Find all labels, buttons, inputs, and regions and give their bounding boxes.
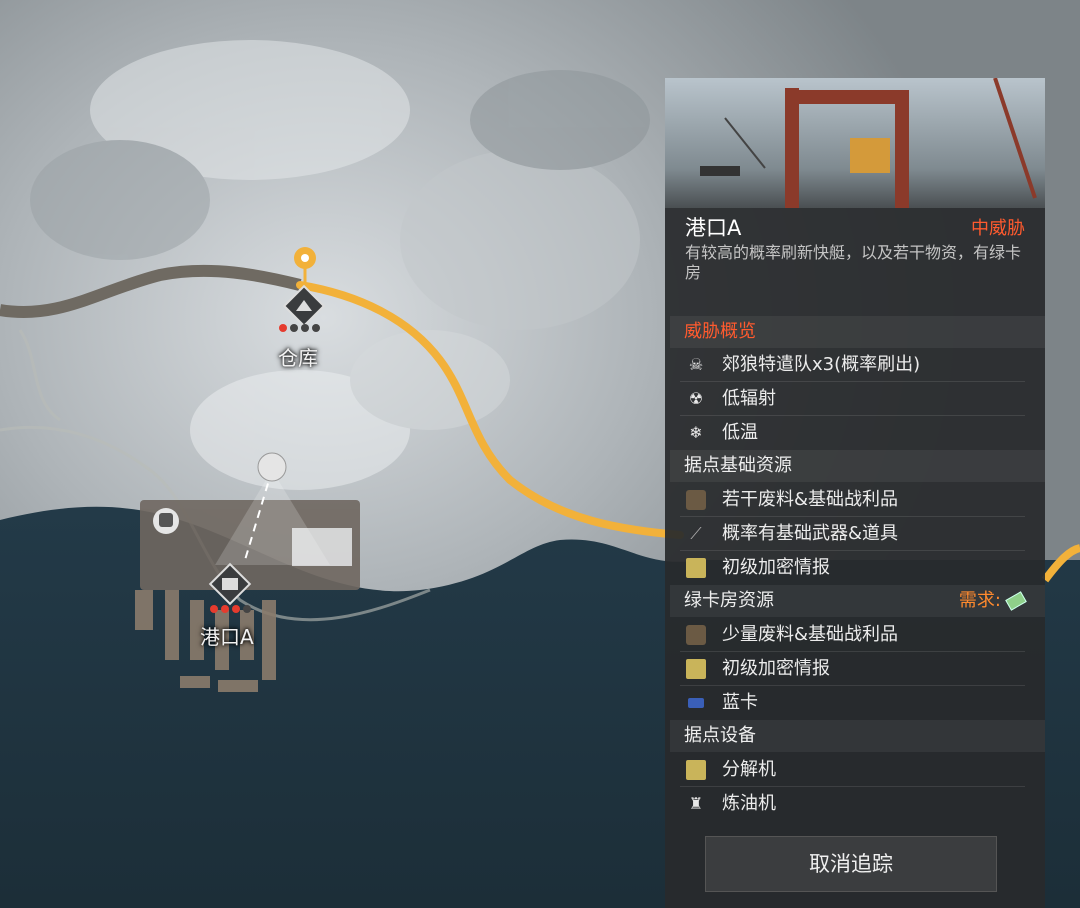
section-base-resources: 据点基础资源	[670, 450, 1045, 482]
list-item: 初级加密情报	[680, 652, 1025, 686]
scrap-box-icon	[686, 490, 706, 510]
list-item: 少量废料&基础战利品	[680, 618, 1025, 652]
disassembler-icon	[686, 760, 706, 780]
list-item: ☠ 郊狼特遣队x3(概率刷出)	[680, 348, 1025, 382]
skull-icon: ☠	[688, 355, 704, 374]
refinery-icon: ♜	[688, 794, 704, 813]
list-item: 初级加密情报	[680, 551, 1025, 584]
list-item: 蓝卡	[680, 686, 1025, 719]
port-a-label[interactable]: 港口A	[200, 621, 254, 650]
list-item: 若干废料&基础战利品	[680, 483, 1025, 517]
list-item: 分解机	[680, 753, 1025, 787]
section-green-card-room: 绿卡房资源 需求:	[670, 585, 1045, 617]
warehouse-label[interactable]: 仓库	[278, 342, 318, 371]
intel-doc-icon	[686, 558, 706, 578]
list-item: ⟋ 概率有基础武器&道具	[680, 517, 1025, 551]
list-item: ☢ 低辐射	[680, 382, 1025, 416]
snowflake-icon: ❄	[689, 423, 703, 442]
list-item: ♜ 炼油机	[680, 787, 1025, 820]
location-info-panel: 港口A 中威胁 有较高的概率刷新快艇，以及若干物资，有绿卡房 威胁概览 ☠ 郊狼…	[665, 78, 1045, 908]
weapon-icon: ⟋	[690, 524, 702, 543]
section-facilities: 据点设备	[670, 720, 1045, 752]
location-preview-image	[665, 78, 1045, 208]
train-station-icon[interactable]	[153, 508, 179, 534]
blue-card-icon	[688, 698, 704, 708]
location-name: 港口A	[685, 216, 742, 240]
green-card-icon	[1005, 591, 1027, 611]
section-threat-overview: 威胁概览	[670, 316, 1045, 348]
cancel-tracking-button[interactable]: 取消追踪	[705, 836, 997, 892]
threat-level-label: 中威胁	[971, 218, 1025, 239]
requirement: 需求:	[959, 585, 1027, 617]
location-description: 有较高的概率刷新快艇，以及若干物资，有绿卡房	[685, 243, 1022, 282]
player-marker	[257, 452, 287, 482]
list-item: ❄ 低温	[680, 416, 1025, 449]
scrap-box-icon	[686, 625, 706, 645]
radiation-mask-icon: ☢	[688, 389, 704, 408]
intel-doc-icon	[686, 659, 706, 679]
